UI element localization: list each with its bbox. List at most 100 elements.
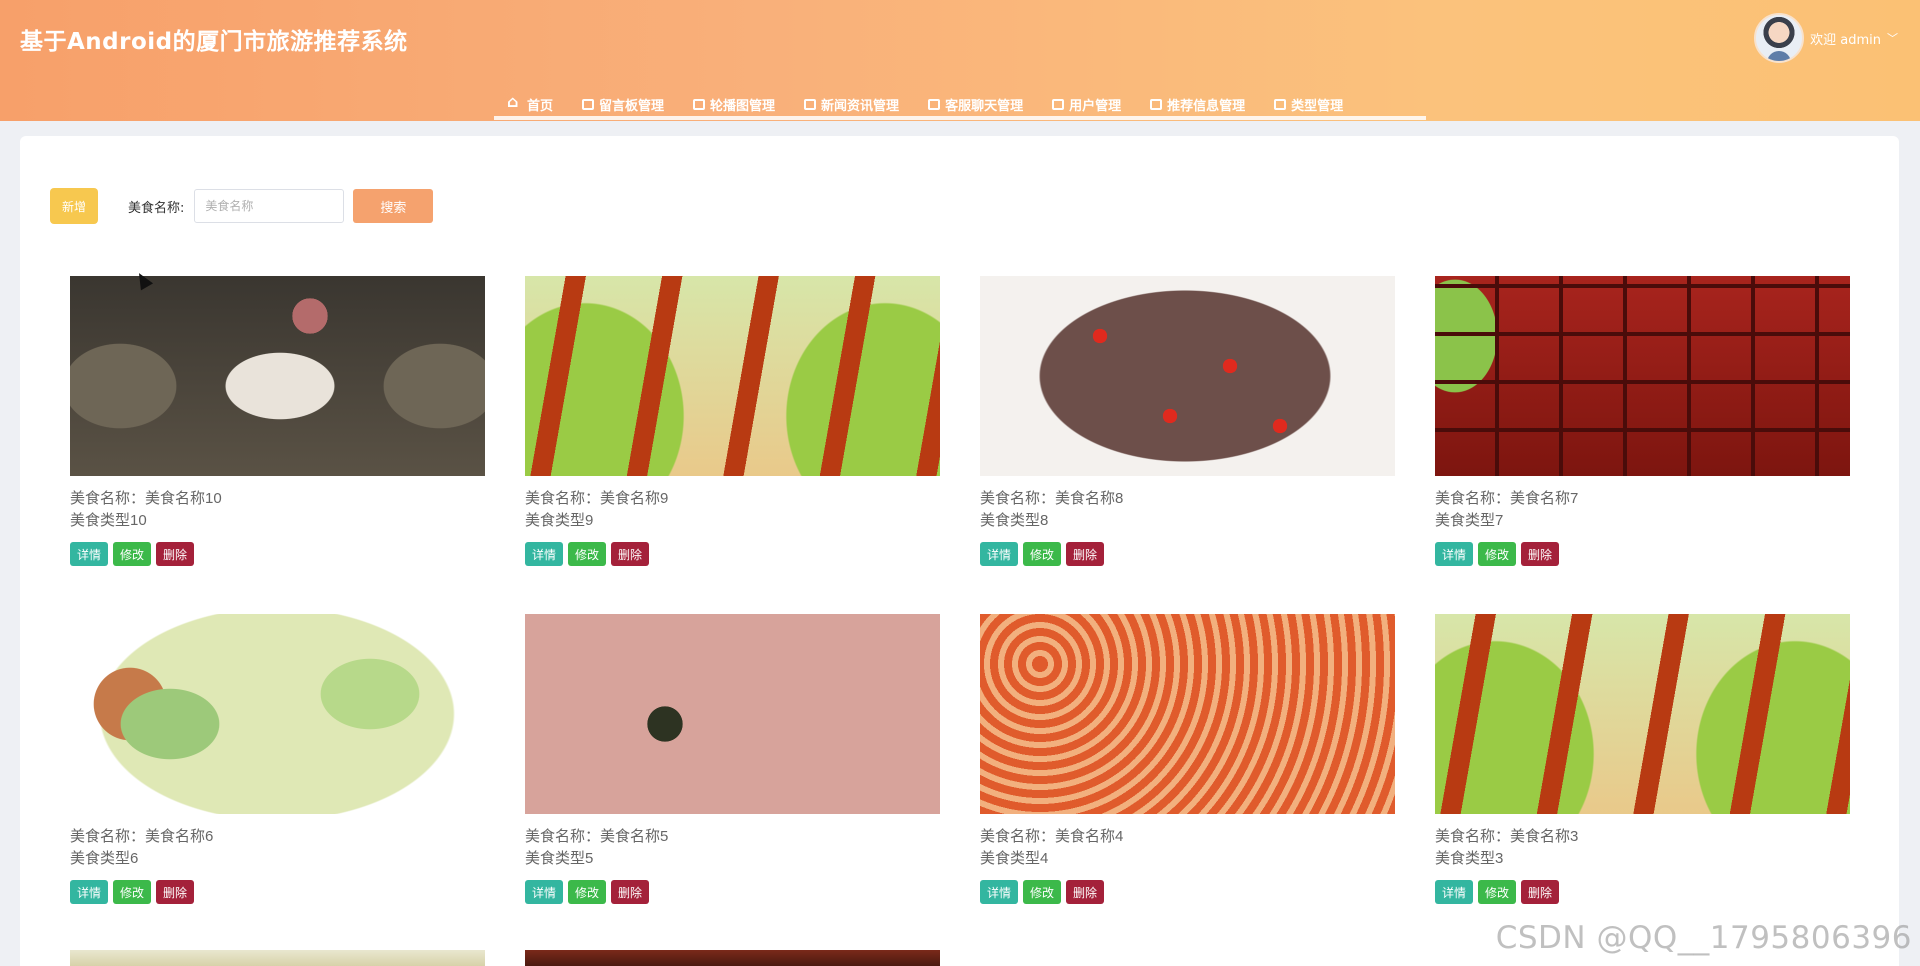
food-name: 美食名称：美食名称8: [980, 490, 1124, 507]
food-card: 美食名称：美食名称9 美食类型9 详情 修改 删除: [525, 276, 940, 566]
food-type: 美食类型5: [525, 850, 594, 867]
delete-button[interactable]: 删除: [156, 880, 194, 904]
detail-button[interactable]: 详情: [70, 542, 108, 566]
home-icon: [507, 92, 522, 111]
avatar[interactable]: [1754, 13, 1805, 63]
delete-button[interactable]: 删除: [611, 542, 649, 566]
toolbar: 新增 美食名称: 搜索: [50, 188, 434, 224]
food-type: 美食类型3: [1435, 850, 1504, 867]
edit-button[interactable]: 修改: [113, 542, 151, 566]
edit-button[interactable]: 修改: [1023, 880, 1061, 904]
content-panel: 新增 美食名称: 搜索 美食名称：美食名称10 美食类型10 详情 修改 删除 …: [20, 136, 1899, 966]
card-actions: 详情 修改 删除: [1435, 542, 1850, 566]
top-header: 基于Android的厦门市旅游推荐系统 欢迎 admin ﹀ 首页 留言板管理 …: [0, 0, 1920, 121]
food-type: 美食类型10: [70, 512, 147, 529]
lock-icon: [1052, 98, 1065, 110]
delete-button[interactable]: 删除: [1066, 542, 1104, 566]
nav-item-recommend[interactable]: 推荐信息管理: [1136, 84, 1260, 120]
food-card: 美食名称：美食名称10 美食类型10 详情 修改 删除: [70, 276, 485, 566]
nav-item-types[interactable]: 类型管理: [1260, 84, 1358, 120]
food-image[interactable]: [1435, 614, 1850, 814]
food-type: 美食类型6: [70, 850, 139, 867]
edit-button[interactable]: 修改: [1478, 880, 1516, 904]
table-icon: [1274, 98, 1287, 110]
food-image[interactable]: [980, 614, 1395, 814]
table-icon: [1150, 98, 1163, 110]
delete-button[interactable]: 删除: [611, 880, 649, 904]
edit-button[interactable]: 修改: [568, 542, 606, 566]
delete-button[interactable]: 删除: [1521, 880, 1559, 904]
food-card: 美食名称：美食名称5 美食类型5 详情 修改 删除: [525, 614, 940, 904]
food-name: 美食名称：美食名称5: [525, 828, 669, 845]
top-nav: 首页 留言板管理 轮播图管理 新闻资讯管理 客服聊天管理 用户管理 推荐信息管理: [494, 84, 1358, 120]
nav-item-carousel[interactable]: 轮播图管理: [679, 84, 790, 120]
food-image[interactable]: [70, 276, 485, 476]
food-type: 美食类型8: [980, 512, 1049, 529]
chevron-down-icon[interactable]: ﹀: [1887, 30, 1898, 46]
card-actions: 详情 修改 删除: [525, 542, 940, 566]
food-type: 美食类型4: [980, 850, 1049, 867]
nav-item-home[interactable]: 首页: [494, 84, 568, 120]
card-actions: 详情 修改 删除: [980, 542, 1395, 566]
detail-button[interactable]: 详情: [525, 542, 563, 566]
watermark: CSDN @QQ__1795806396: [1495, 920, 1912, 956]
image-icon: [693, 98, 706, 110]
nav-item-label: 留言板管理: [599, 98, 665, 114]
food-card: 美食名称：美食名称3 美食类型3 详情 修改 删除: [1435, 614, 1850, 904]
food-name: 美食名称：美食名称7: [1435, 490, 1579, 507]
nav-item-label: 首页: [527, 98, 554, 114]
edit-button[interactable]: 修改: [1478, 542, 1516, 566]
nav-item-users[interactable]: 用户管理: [1038, 84, 1136, 120]
detail-button[interactable]: 详情: [70, 880, 108, 904]
search-label: 美食名称:: [128, 200, 185, 216]
table-icon: [582, 98, 595, 110]
food-image[interactable]: [980, 276, 1395, 476]
delete-button[interactable]: 删除: [1066, 880, 1104, 904]
nav-item-label: 客服聊天管理: [945, 98, 1024, 114]
food-card: 美食名称：美食名称7 美食类型7 详情 修改 删除: [1435, 276, 1850, 566]
food-image-partial[interactable]: [70, 950, 485, 966]
food-image[interactable]: [525, 276, 940, 476]
food-name: 美食名称：美食名称3: [1435, 828, 1579, 845]
delete-button[interactable]: 删除: [156, 542, 194, 566]
user-menu[interactable]: 欢迎 admin ﹀: [1754, 13, 1898, 63]
nav-item-label: 轮播图管理: [710, 98, 776, 114]
search-input[interactable]: [194, 189, 345, 223]
food-image[interactable]: [1435, 276, 1850, 476]
search-button[interactable]: 搜索: [353, 189, 434, 223]
card-actions: 详情 修改 删除: [525, 880, 940, 904]
edit-button[interactable]: 修改: [568, 880, 606, 904]
delete-button[interactable]: 删除: [1521, 542, 1559, 566]
nav-item-chat[interactable]: 客服聊天管理: [914, 84, 1038, 120]
detail-button[interactable]: 详情: [525, 880, 563, 904]
food-name: 美食名称：美食名称10: [70, 490, 222, 507]
food-image-partial[interactable]: [525, 950, 940, 966]
card-actions: 详情 修改 删除: [980, 880, 1395, 904]
add-button[interactable]: 新增: [50, 188, 98, 224]
app-title: 基于Android的厦门市旅游推荐系统: [20, 29, 408, 55]
welcome-text[interactable]: 欢迎 admin: [1810, 29, 1881, 48]
food-card: 美食名称：美食名称4 美食类型4 详情 修改 删除: [980, 614, 1395, 904]
detail-button[interactable]: 详情: [980, 880, 1018, 904]
nav-underline: [494, 116, 1426, 120]
edit-button[interactable]: 修改: [113, 880, 151, 904]
detail-button[interactable]: 详情: [1435, 542, 1473, 566]
nav-item-news[interactable]: 新闻资讯管理: [790, 84, 914, 120]
food-image[interactable]: [70, 614, 485, 814]
table-icon: [928, 98, 941, 110]
food-card: 美食名称：美食名称8 美食类型8 详情 修改 删除: [980, 276, 1395, 566]
nav-item-label: 用户管理: [1069, 98, 1122, 114]
food-name: 美食名称：美食名称4: [980, 828, 1124, 845]
detail-button[interactable]: 详情: [1435, 880, 1473, 904]
food-type: 美食类型9: [525, 512, 594, 529]
food-image[interactable]: [525, 614, 940, 814]
nav-item-label: 类型管理: [1291, 98, 1344, 114]
nav-item-message-board[interactable]: 留言板管理: [568, 84, 679, 120]
food-type: 美食类型7: [1435, 512, 1504, 529]
card-actions: 详情 修改 删除: [70, 880, 485, 904]
food-name: 美食名称：美食名称6: [70, 828, 214, 845]
detail-button[interactable]: 详情: [980, 542, 1018, 566]
nav-item-label: 新闻资讯管理: [821, 98, 900, 114]
edit-button[interactable]: 修改: [1023, 542, 1061, 566]
card-actions: 详情 修改 删除: [70, 542, 485, 566]
